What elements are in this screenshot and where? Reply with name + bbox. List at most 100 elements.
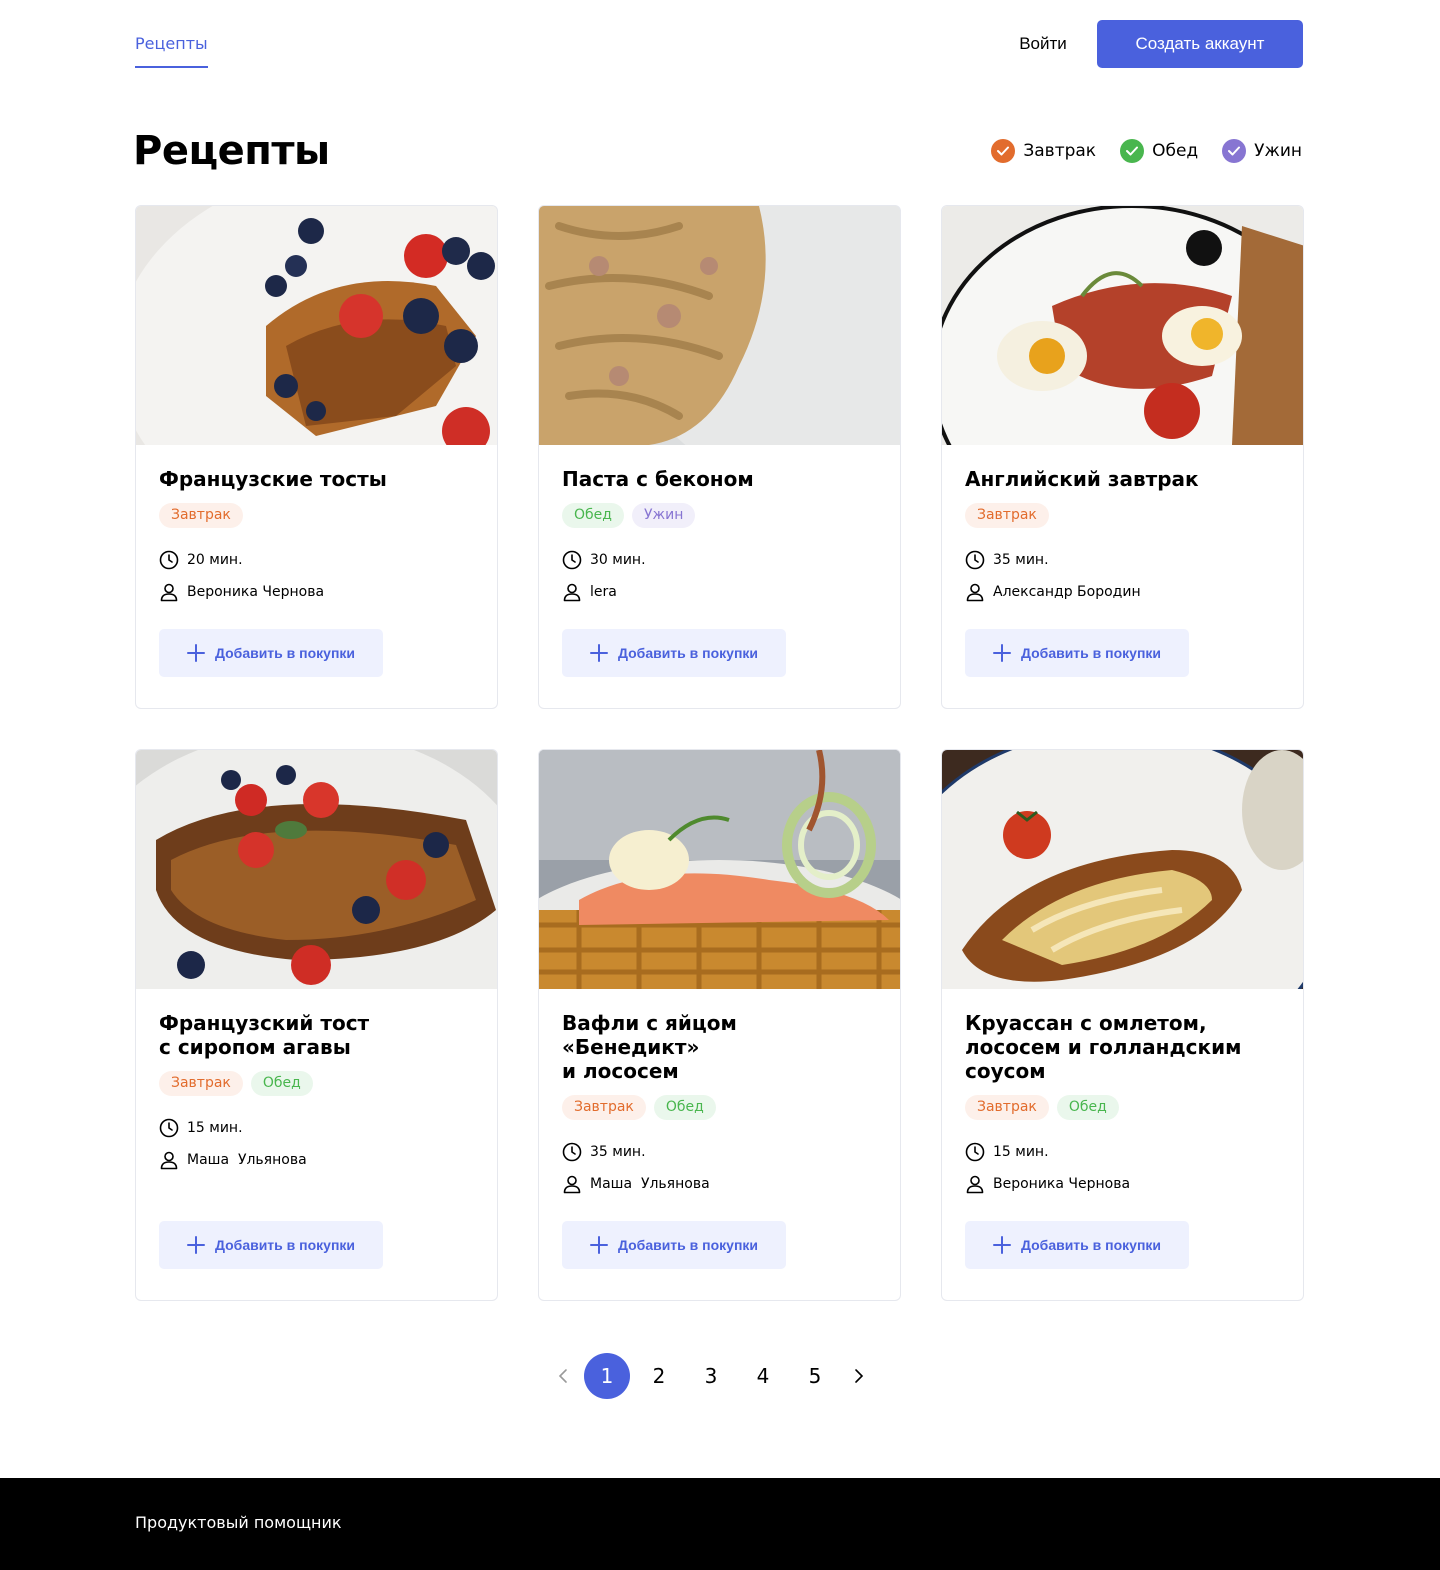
card-body: Французские тосты Завтрак 20 мин. Верони…	[136, 445, 497, 708]
recipe-card: Вафли с яйцом «Бенедикт» и лососем Завтр…	[538, 749, 901, 1301]
pagination: 1 2 3 4 5	[545, 1353, 877, 1399]
page-5-button[interactable]: 5	[792, 1353, 838, 1399]
card-body: Вафли с яйцом «Бенедикт» и лососем Завтр…	[539, 989, 900, 1300]
card-body: Паста с беконом Обед Ужин 30 мин. lera Д…	[539, 445, 900, 708]
author-label: Маша Ульянова	[590, 1176, 710, 1192]
add-to-shopping-button[interactable]: Добавить в покупки	[159, 1221, 383, 1269]
tag-breakfast: Завтрак	[965, 1095, 1049, 1120]
recipe-image[interactable]	[942, 206, 1303, 445]
user-icon	[966, 1175, 984, 1194]
recipe-tags: Завтрак Обед	[562, 1095, 877, 1120]
recipe-card: Паста с беконом Обед Ужин 30 мин. lera Д…	[538, 205, 901, 709]
clock-icon	[159, 1118, 179, 1138]
add-to-shopping-label: Добавить в покупки	[1020, 645, 1162, 661]
page-2-button[interactable]: 2	[636, 1353, 682, 1399]
tag-lunch: Обед	[250, 1071, 313, 1096]
user-icon	[160, 583, 178, 602]
add-to-shopping-button[interactable]: Добавить в покупки	[562, 1221, 786, 1269]
recipe-image[interactable]	[942, 750, 1303, 989]
recipe-image[interactable]	[136, 206, 497, 445]
recipe-author: Вероника Чернова	[159, 582, 474, 602]
tag-dinner: Ужин	[631, 503, 696, 528]
recipe-tags: Завтрак Обед	[159, 1071, 474, 1096]
recipe-tags: Завтрак Обед	[965, 1095, 1280, 1120]
add-to-shopping-label: Добавить в покупки	[617, 645, 759, 661]
add-to-shopping-button[interactable]: Добавить в покупки	[965, 1221, 1189, 1269]
tag-lunch: Обед	[562, 503, 624, 528]
user-icon	[160, 1151, 178, 1170]
recipe-image[interactable]	[539, 750, 900, 989]
page-1-button[interactable]: 1	[584, 1353, 630, 1399]
add-to-shopping-button[interactable]: Добавить в покупки	[965, 629, 1189, 677]
recipe-time: 15 мин.	[965, 1142, 1280, 1162]
add-to-shopping-button[interactable]: Добавить в покупки	[159, 629, 383, 677]
user-icon	[966, 583, 984, 602]
filter-dinner[interactable]: Ужин	[1222, 139, 1302, 163]
check-icon	[1120, 139, 1145, 163]
prev-page-button[interactable]	[545, 1353, 581, 1399]
author-label: Вероника Чернова	[187, 584, 325, 600]
recipe-card: Круассан с омлетом, лососем и голландски…	[941, 749, 1304, 1301]
author-label: lera	[590, 584, 617, 600]
recipe-card: Французский тост с сиропом агавы Завтрак…	[135, 749, 498, 1301]
recipe-title[interactable]: Круассан с омлетом, лососем и голландски…	[965, 1011, 1280, 1083]
plus-icon	[589, 644, 608, 662]
recipe-title[interactable]: Французские тосты	[159, 467, 474, 491]
user-icon	[563, 1175, 581, 1194]
recipe-author: Александр Бородин	[965, 582, 1280, 602]
plus-icon	[186, 644, 205, 662]
filter-breakfast[interactable]: Завтрак	[991, 139, 1096, 163]
check-icon	[991, 139, 1016, 163]
add-to-shopping-label: Добавить в покупки	[1020, 1237, 1162, 1253]
recipe-title[interactable]: Английский завтрак	[965, 467, 1280, 491]
filter-label: Ужин	[1254, 141, 1302, 161]
next-page-button[interactable]	[841, 1353, 877, 1399]
recipe-tags: Завтрак	[159, 503, 474, 528]
time-label: 30 мин.	[590, 552, 646, 568]
filter-lunch[interactable]: Обед	[1120, 139, 1198, 163]
user-icon	[563, 583, 581, 602]
add-to-shopping-label: Добавить в покупки	[214, 645, 356, 661]
recipe-time: 15 мин.	[159, 1118, 474, 1138]
author-label: Вероника Чернова	[993, 1176, 1131, 1192]
recipe-title[interactable]: Французский тост с сиропом агавы	[159, 1011, 474, 1059]
recipe-grid: Французские тосты Завтрак 20 мин. Верони…	[135, 205, 1304, 1301]
filter-label: Завтрак	[1023, 141, 1097, 161]
author-label: Маша Ульянова	[187, 1152, 307, 1168]
page-3-button[interactable]: 3	[688, 1353, 734, 1399]
clock-icon	[965, 1142, 985, 1162]
recipe-title[interactable]: Вафли с яйцом «Бенедикт» и лососем	[562, 1011, 877, 1083]
recipe-author: Вероника Чернова	[965, 1174, 1280, 1194]
time-label: 35 мин.	[993, 552, 1049, 568]
time-label: 20 мин.	[187, 552, 243, 568]
site-header: Рецепты Войти Создать аккаунт	[0, 0, 1440, 100]
recipe-time: 35 мин.	[562, 1142, 877, 1162]
recipe-author: Маша Ульянова	[562, 1174, 877, 1194]
chevron-right-icon	[855, 1369, 864, 1383]
recipe-author: lera	[562, 582, 877, 602]
author-label: Александр Бородин	[993, 584, 1141, 600]
plus-icon	[186, 1236, 205, 1254]
recipe-tags: Завтрак	[965, 503, 1280, 528]
create-account-button[interactable]: Создать аккаунт	[1097, 20, 1303, 68]
recipe-image[interactable]	[539, 206, 900, 445]
clock-icon	[562, 550, 582, 570]
recipe-time: 20 мин.	[159, 550, 474, 570]
add-to-shopping-button[interactable]: Добавить в покупки	[562, 629, 786, 677]
recipe-card: Французские тосты Завтрак 20 мин. Верони…	[135, 205, 498, 709]
tag-breakfast: Завтрак	[159, 503, 243, 528]
meal-filters: Завтрак Обед Ужин	[991, 139, 1302, 163]
check-icon	[1222, 139, 1247, 163]
time-label: 15 мин.	[187, 1120, 243, 1136]
chevron-left-icon	[558, 1369, 567, 1383]
login-button[interactable]: Войти	[1001, 20, 1085, 68]
tag-breakfast: Завтрак	[965, 503, 1049, 528]
page-4-button[interactable]: 4	[740, 1353, 786, 1399]
recipe-title[interactable]: Паста с беконом	[562, 467, 877, 491]
recipe-time: 30 мин.	[562, 550, 877, 570]
recipe-image[interactable]	[136, 750, 497, 989]
nav-recipes-link[interactable]: Рецепты	[135, 34, 208, 68]
plus-icon	[992, 644, 1011, 662]
tag-breakfast: Завтрак	[562, 1095, 646, 1120]
tag-breakfast: Завтрак	[159, 1071, 243, 1096]
